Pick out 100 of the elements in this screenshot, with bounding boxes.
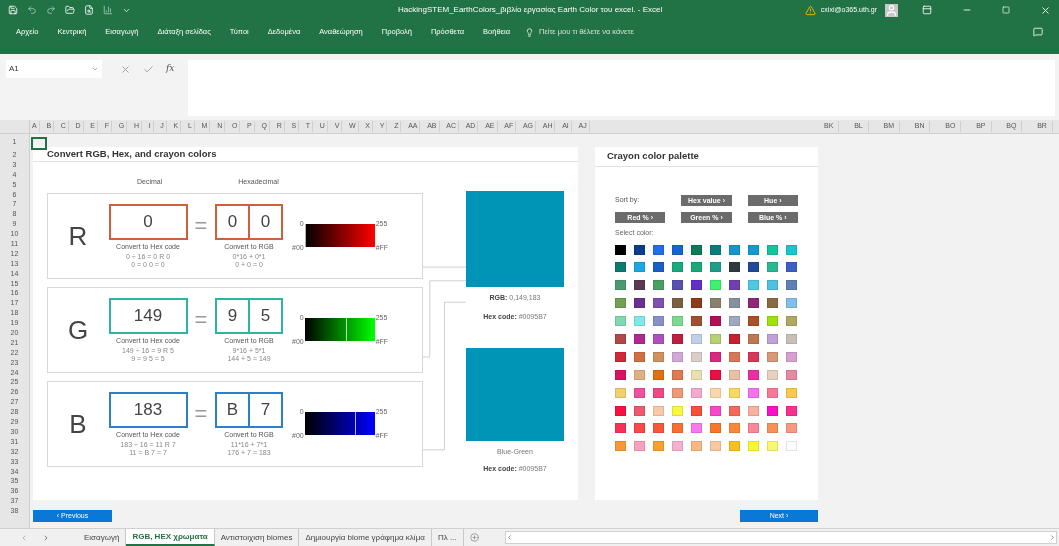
color-swatch[interactable] (672, 387, 683, 398)
name-box[interactable]: A1 (6, 60, 102, 78)
color-swatch[interactable] (729, 351, 740, 362)
color-swatch[interactable] (653, 280, 664, 291)
color-swatch[interactable] (767, 333, 778, 344)
scroll-right-icon[interactable] (1049, 534, 1056, 541)
color-swatch[interactable] (710, 262, 721, 273)
color-swatch[interactable] (767, 441, 778, 452)
color-swatch[interactable] (653, 333, 664, 344)
color-swatch[interactable] (748, 333, 759, 344)
color-swatch[interactable] (615, 333, 626, 344)
decimal-field[interactable]: 183 (108, 392, 188, 428)
color-swatch[interactable] (634, 262, 645, 273)
function-label[interactable]: fx (166, 62, 175, 76)
sheet-tab[interactable]: RGB, HEX χρωματα (126, 529, 215, 546)
color-swatch[interactable] (767, 423, 778, 434)
close-icon[interactable] (1040, 4, 1051, 16)
color-swatch[interactable] (634, 369, 645, 380)
color-swatch[interactable] (634, 387, 645, 398)
undo-icon[interactable] (27, 5, 37, 15)
color-swatch[interactable] (729, 441, 740, 452)
hex-digit-field[interactable]: 0 (248, 204, 283, 240)
color-swatch[interactable] (653, 262, 664, 273)
color-swatch[interactable] (615, 387, 626, 398)
color-swatch[interactable] (615, 298, 626, 309)
color-swatch[interactable] (786, 262, 797, 273)
color-swatch[interactable] (634, 351, 645, 362)
chart-icon[interactable] (103, 5, 113, 15)
warning-icon[interactable] (804, 4, 816, 16)
color-swatch[interactable] (615, 316, 626, 327)
color-swatch[interactable] (786, 405, 797, 416)
color-swatch[interactable] (691, 441, 702, 452)
color-swatch[interactable] (729, 333, 740, 344)
color-swatch[interactable] (634, 333, 645, 344)
color-swatch[interactable] (729, 405, 740, 416)
color-swatch[interactable] (615, 262, 626, 273)
sheet-tab[interactable]: Πλ ... (431, 529, 464, 546)
decimal-field[interactable]: 149 (108, 298, 188, 334)
color-swatch[interactable] (615, 280, 626, 291)
color-swatch[interactable] (767, 351, 778, 362)
color-swatch[interactable] (672, 298, 683, 309)
color-swatch[interactable] (767, 262, 778, 273)
color-swatch[interactable] (748, 262, 759, 273)
color-swatch[interactable] (786, 369, 797, 380)
color-swatch[interactable] (729, 316, 740, 327)
color-swatch[interactable] (634, 423, 645, 434)
hex-digit-field[interactable]: 0 (215, 204, 250, 240)
color-swatch[interactable] (710, 387, 721, 398)
color-swatch[interactable] (691, 244, 702, 255)
color-swatch[interactable] (691, 387, 702, 398)
color-swatch[interactable] (691, 298, 702, 309)
color-swatch[interactable] (729, 387, 740, 398)
color-swatch[interactable] (691, 316, 702, 327)
hex-digit-field[interactable]: 7 (248, 392, 283, 428)
color-swatch[interactable] (786, 244, 797, 255)
sheet-tab[interactable]: Αντιστοιχιση biomes (214, 529, 300, 546)
color-swatch[interactable] (691, 351, 702, 362)
print-preview-icon[interactable] (84, 5, 94, 15)
color-swatch[interactable] (710, 316, 721, 327)
color-swatch[interactable] (672, 423, 683, 434)
color-swatch[interactable] (748, 369, 759, 380)
color-swatch[interactable] (634, 316, 645, 327)
color-swatch[interactable] (710, 441, 721, 452)
color-swatch[interactable] (634, 298, 645, 309)
color-swatch[interactable] (748, 298, 759, 309)
color-swatch[interactable] (634, 441, 645, 452)
color-swatch[interactable] (691, 423, 702, 434)
color-swatch[interactable] (672, 351, 683, 362)
color-swatch[interactable] (691, 369, 702, 380)
color-swatch[interactable] (672, 280, 683, 291)
color-swatch[interactable] (653, 298, 664, 309)
restore-icon[interactable] (1002, 6, 1010, 14)
color-swatch[interactable] (710, 333, 721, 344)
color-swatch[interactable] (653, 316, 664, 327)
color-swatch[interactable] (786, 423, 797, 434)
avatar-icon[interactable] (885, 3, 898, 17)
hex-digit-field[interactable]: 9 (215, 298, 250, 334)
color-swatch[interactable] (710, 423, 721, 434)
color-swatch[interactable] (748, 387, 759, 398)
color-swatch[interactable] (729, 369, 740, 380)
color-swatch[interactable] (653, 405, 664, 416)
color-swatch[interactable] (615, 369, 626, 380)
color-swatch[interactable] (634, 244, 645, 255)
color-swatch[interactable] (653, 244, 664, 255)
enter-icon[interactable] (143, 63, 154, 75)
color-swatch[interactable] (767, 369, 778, 380)
color-swatch[interactable] (653, 369, 664, 380)
color-swatch[interactable] (786, 351, 797, 362)
color-swatch[interactable] (691, 280, 702, 291)
decimal-field[interactable]: 0 (108, 204, 188, 240)
color-swatch[interactable] (748, 351, 759, 362)
color-swatch[interactable] (691, 262, 702, 273)
color-swatch[interactable] (767, 316, 778, 327)
color-swatch[interactable] (729, 262, 740, 273)
color-swatch[interactable] (672, 369, 683, 380)
hex-digit-field[interactable]: B (215, 392, 250, 428)
color-swatch[interactable] (634, 280, 645, 291)
color-swatch[interactable] (748, 280, 759, 291)
add-sheet-icon[interactable] (469, 533, 479, 542)
comment-icon[interactable] (1033, 27, 1043, 37)
